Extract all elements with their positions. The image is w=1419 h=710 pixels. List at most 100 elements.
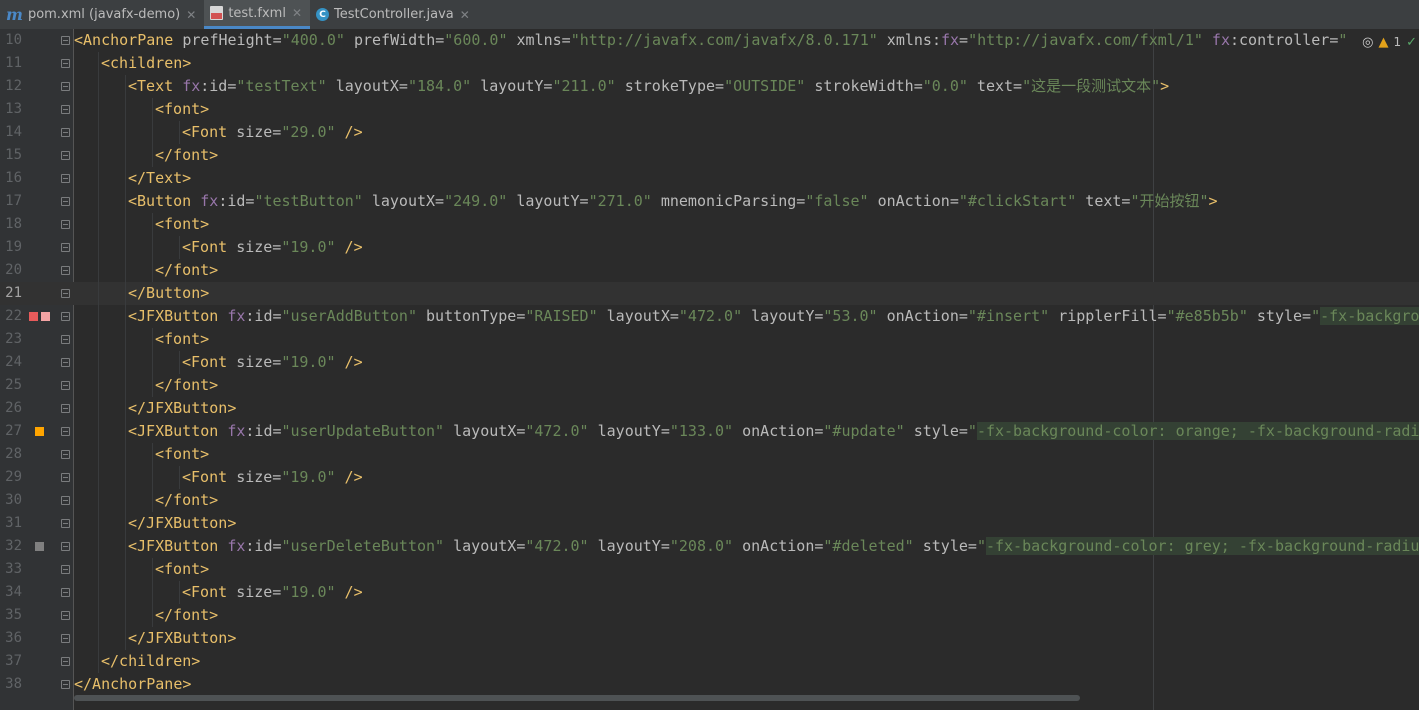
fold-marker-icon[interactable] [61,381,70,390]
fold-marker-icon[interactable] [61,335,70,344]
token-attr: text= [967,77,1023,95]
token-tag: > [1208,192,1218,210]
code-line[interactable]: 25 </font> [0,374,1419,397]
line-number: 12 [5,78,22,94]
fold-marker-icon[interactable] [61,59,70,68]
warning-icon[interactable]: ▲ [1378,35,1388,50]
code-line[interactable]: 30 </font> [0,489,1419,512]
code-line[interactable]: 31 </JFXButton> [0,512,1419,535]
fold-marker-icon[interactable] [61,473,70,482]
fold-marker-icon[interactable] [61,565,70,574]
fold-marker-icon[interactable] [61,243,70,252]
token-attr: :id= [218,192,255,210]
fold-marker-icon[interactable] [61,427,70,436]
fold-marker-icon[interactable] [61,36,70,45]
code-editor[interactable]: 10 <AnchorPane prefHeight="400.0" prefWid… [0,29,1419,710]
code-text: <font> [155,213,209,236]
tab-test-fxml[interactable]: test.fxml ✕ [204,0,311,29]
indent-guide [98,420,99,443]
code-line[interactable]: 12 <Text fx:id="testText" layoutX="184.0"… [0,75,1419,98]
code-line[interactable]: 35 </font> [0,604,1419,627]
indent-guide [98,535,99,558]
fold-marker-icon[interactable] [61,197,70,206]
close-icon[interactable]: ✕ [186,8,196,22]
tab-pom-xml[interactable]: m pom.xml (javafx-demo) ✕ [0,0,204,29]
close-icon[interactable]: ✕ [460,8,470,22]
code-line[interactable]: 18 <font> [0,213,1419,236]
fold-marker-icon[interactable] [61,128,70,137]
code-line[interactable]: 24 <Font size="19.0" /> [0,351,1419,374]
fold-marker-icon[interactable] [61,611,70,620]
fold-marker-icon[interactable] [61,105,70,114]
check-icon[interactable]: ✓ [1406,35,1417,50]
tab-label: TestController.java [334,7,454,22]
fold-marker-icon[interactable] [61,358,70,367]
tab-test-controller[interactable]: C TestController.java ✕ [310,0,478,29]
code-line[interactable]: 20 </font> [0,259,1419,282]
fold-marker-icon[interactable] [61,519,70,528]
token-val: "userAddButton" [281,307,417,325]
fold-marker-icon[interactable] [61,82,70,91]
code-line[interactable]: 15 </font> [0,144,1419,167]
code-line[interactable]: 28 <font> [0,443,1419,466]
code-line[interactable]: 27 <JFXButton fx:id="userUpdateButton" la… [0,420,1419,443]
token-tag: <Font [182,468,237,486]
code-line[interactable]: 22 <JFXButton fx:id="userAddButton" butto… [0,305,1419,328]
color-swatch-icon[interactable] [41,312,50,321]
code-line[interactable]: 19 <Font size="19.0" /> [0,236,1419,259]
reader-mode-icon[interactable]: ◎ [1362,35,1373,50]
indent-guide [125,466,126,489]
code-line[interactable]: 10 <AnchorPane prefHeight="400.0" prefWid… [0,29,1419,52]
code-line[interactable]: 16 </Text> [0,167,1419,190]
token-tag: </Button> [128,284,210,302]
code-line[interactable]: 34 <Font size="19.0" /> [0,581,1419,604]
fold-marker-icon[interactable] [61,404,70,413]
color-swatch-icon[interactable] [35,427,44,436]
color-swatch-icon[interactable] [29,312,38,321]
inspection-widget[interactable]: ◎ ▲ 1 ✓ [1358,32,1417,52]
code-line[interactable]: 32 <JFXButton fx:id="userDeleteButton" la… [0,535,1419,558]
indent-guide [98,75,99,98]
fold-marker-icon[interactable] [61,220,70,229]
code-line[interactable]: 13 <font> [0,98,1419,121]
code-text: </AnchorPane> [74,673,191,696]
horizontal-scrollbar[interactable] [74,695,1080,701]
fold-marker-icon[interactable] [61,496,70,505]
color-swatch-icon[interactable] [35,542,44,551]
fold-marker-icon[interactable] [61,266,70,275]
tab-label: pom.xml (javafx-demo) [27,7,181,22]
token-val: "testText" [236,77,327,95]
fold-marker-icon[interactable] [61,174,70,183]
token-tag: /> [335,238,363,256]
code-line[interactable]: 17 <Button fx:id="testButton" layoutX="24… [0,190,1419,213]
close-icon[interactable]: ✕ [292,6,302,20]
fold-marker-icon[interactable] [61,657,70,666]
code-line[interactable]: 37 </children> [0,650,1419,673]
line-number: 29 [5,469,22,485]
fold-marker-icon[interactable] [61,542,70,551]
code-line[interactable]: 36 </JFXButton> [0,627,1419,650]
indent-guide [125,98,126,121]
code-line[interactable]: 23 <font> [0,328,1419,351]
fold-marker-icon[interactable] [61,634,70,643]
fold-marker-icon[interactable] [61,289,70,298]
fold-marker-icon[interactable] [61,312,70,321]
code-line[interactable]: 38 </AnchorPane> [0,673,1419,696]
fold-marker-icon[interactable] [61,450,70,459]
fold-marker-icon[interactable] [61,680,70,689]
token-val: "#insert" [967,307,1050,325]
indent-guide [152,374,153,397]
token-tag: <font> [155,330,210,348]
fold-marker-icon[interactable] [61,151,70,160]
code-line[interactable]: 14 <Font size="29.0" /> [0,121,1419,144]
token-val: "#clickStart" [958,192,1077,210]
code-line[interactable]: 21 </Button> [0,282,1419,305]
token-ns: fx [182,77,201,95]
code-line[interactable]: 26 </JFXButton> [0,397,1419,420]
indent-guide [125,167,126,190]
code-line[interactable]: 33 <font> [0,558,1419,581]
fold-marker-icon[interactable] [61,588,70,597]
code-line[interactable]: 29 <Font size="19.0" /> [0,466,1419,489]
code-line[interactable]: 11 <children> [0,52,1419,75]
indent-guide [98,190,99,213]
